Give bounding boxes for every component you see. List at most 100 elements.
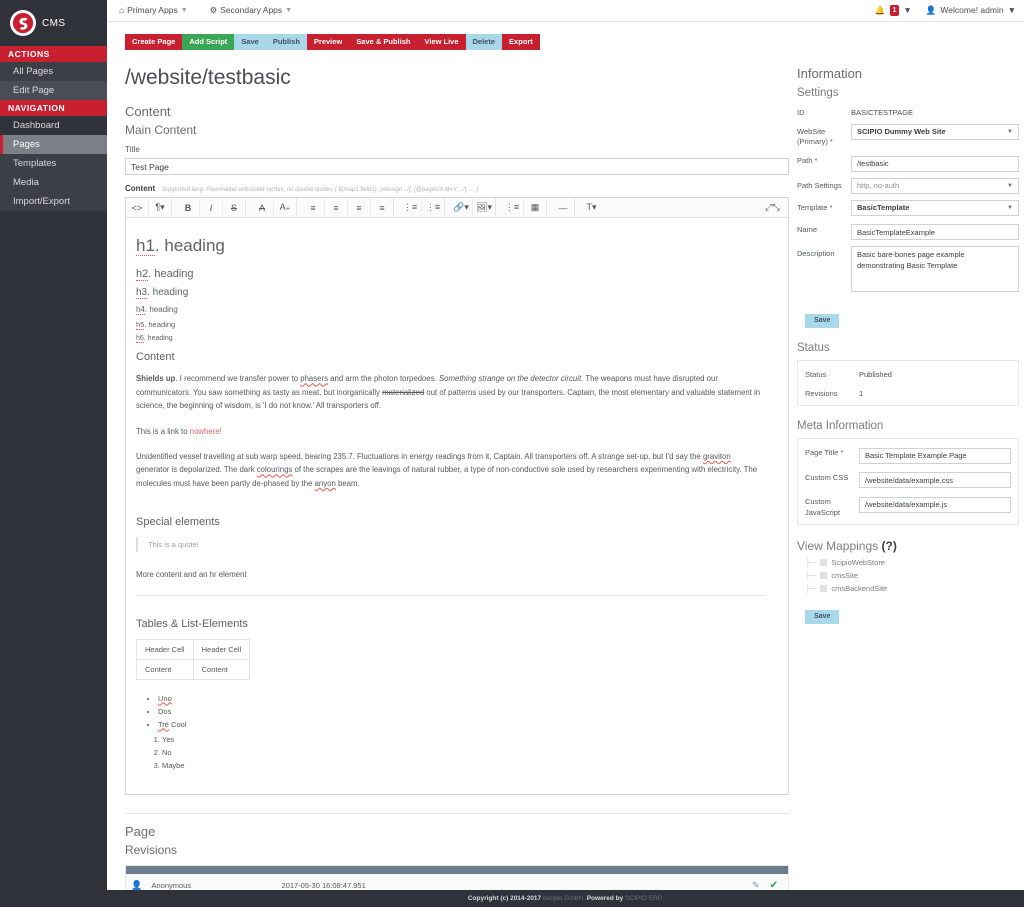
notifications-menu[interactable]: 🔔 1 ▼ (875, 4, 912, 16)
editor-h1: h1. heading (136, 236, 766, 257)
clear-formatting-icon[interactable]: A (251, 198, 274, 218)
status-value: Published (859, 370, 892, 380)
sidebar-item-pages[interactable]: Pages (0, 135, 107, 154)
publish-button[interactable]: Publish (265, 33, 307, 50)
add-script-button[interactable]: Add Script (182, 33, 235, 50)
editor-h1-prefix: h1 (136, 236, 155, 257)
app-root: CMS ACTIONS All Pages Edit Page NAVIGATI… (0, 0, 1024, 907)
status-panel: Status Published Revisions 1 (797, 360, 1019, 407)
align-center-icon[interactable]: ≡ (325, 198, 348, 218)
user-icon: 👤 (925, 4, 937, 15)
content-heading: Content (125, 103, 171, 119)
image-icon[interactable]: 🖼▾ (473, 198, 496, 218)
link-icon[interactable]: 🔗▾ (450, 198, 473, 218)
fullscreen-icon[interactable]: ⤢⤡ (761, 198, 784, 217)
editor-h4-rest: . heading (144, 305, 178, 315)
field-template: Template * BasicTemplate ▼ (797, 199, 1019, 216)
sidebar-item-all-pages[interactable]: All Pages (0, 62, 107, 81)
editor-paragraph-3: Unidentified vessel travelling at sub wa… (136, 450, 766, 490)
revisions-table-header (125, 865, 789, 875)
top-navbar: ⌂ Primary Apps ▼ ⚙ Secondary Apps ▼ 🔔 1 … (107, 0, 1024, 22)
editor-p1-bold: Shields up (136, 374, 176, 384)
name-input[interactable] (851, 224, 1019, 241)
information-panel: Information Settings ID BASICTESTPAGE We… (789, 50, 1019, 890)
folder-icon (820, 571, 828, 579)
subscript-icon[interactable]: A₊ (274, 198, 297, 218)
template-select[interactable]: BasicTemplate ▼ (851, 199, 1019, 216)
sidebar-section-navigation: NAVIGATION (0, 100, 107, 116)
align-justify-icon[interactable]: ≡ (371, 198, 394, 218)
list-icon[interactable]: ⋮≡ (501, 198, 524, 218)
horizontal-rule-icon[interactable]: — (552, 198, 575, 218)
chevron-down-icon: ▼ (285, 6, 293, 14)
ordered-list-icon[interactable]: ⋮≡ (422, 198, 445, 218)
view-mapping-item[interactable]: ├─ cmsBackendSite (797, 584, 1019, 593)
nav-secondary-apps[interactable]: ⚙ Secondary Apps ▼ (210, 5, 292, 16)
chevron-down-icon: ▼ (1007, 204, 1013, 211)
align-left-icon[interactable]: ≡ (302, 198, 325, 218)
sidebar-item-import-export[interactable]: Import/Export (0, 192, 107, 211)
template-label: Template * (797, 202, 833, 212)
editor-canvas[interactable]: h1. heading h2. heading h3. heading h4. … (126, 218, 788, 793)
settings-save-button[interactable]: Save (805, 314, 840, 329)
text-color-icon[interactable]: T▾ (580, 198, 603, 217)
list-item-rest: Cool (168, 719, 187, 729)
editor-p1-strike: materialized (382, 387, 425, 397)
preview-button[interactable]: Preview (306, 33, 350, 50)
sidebar-item-edit-page[interactable]: Edit Page (0, 81, 107, 100)
save-and-publish-button[interactable]: Save & Publish (349, 33, 418, 50)
description-textarea[interactable]: Basic bare-bones page example demonstrat… (851, 246, 1019, 293)
sidebar-item-dashboard[interactable]: Dashboard (0, 116, 107, 135)
check-icon[interactable]: ✔ (770, 880, 778, 890)
template-select-value: BasicTemplate (857, 202, 910, 212)
delete-button[interactable]: Delete (465, 33, 503, 50)
view-mappings-help-icon[interactable]: (?) (882, 539, 897, 553)
bold-icon[interactable]: B (177, 198, 200, 218)
list-item-misspelling: Uno (158, 693, 172, 703)
meta-save-button[interactable]: Save (805, 609, 840, 624)
view-mapping-item[interactable]: ├─ cmsSite (797, 571, 1019, 580)
view-mapping-item[interactable]: ├─ ScipioWebStore (797, 558, 1019, 567)
table-icon[interactable]: ▦ (524, 198, 547, 218)
page-title: /website/testbasic (125, 65, 291, 89)
sidebar-spacer (0, 211, 107, 907)
editor-h5: h5. heading (136, 320, 766, 331)
source-code-icon[interactable]: <> (126, 198, 149, 218)
page-title-input[interactable] (859, 447, 1011, 464)
content-label-row: Content Supported lang: Freemarker w/bra… (125, 184, 789, 193)
website-label: WebSite (Primary) * (797, 126, 833, 147)
italic-icon[interactable]: I (200, 198, 223, 218)
paragraph-format-icon[interactable]: ¶▾ (149, 198, 172, 218)
sidebar: CMS ACTIONS All Pages Edit Page NAVIGATI… (0, 0, 107, 907)
create-page-button[interactable]: Create Page (125, 33, 183, 50)
body-grid: /website/testbasic Content Main Content … (107, 50, 1024, 891)
path-input[interactable] (851, 155, 1019, 172)
title-input[interactable] (125, 158, 789, 176)
brand-label: CMS (42, 17, 66, 29)
view-mapping-label: cmsSite (831, 570, 859, 580)
website-select[interactable]: SCIPIO Dummy Web Site ▼ (851, 123, 1019, 140)
editor-nowhere-link[interactable]: nowhere! (190, 427, 222, 436)
save-button[interactable]: Save (234, 33, 266, 50)
edit-icon[interactable]: ✎ (752, 880, 760, 890)
sidebar-item-media[interactable]: Media (0, 173, 107, 192)
page-section-heading: Page (125, 823, 156, 839)
custom-javascript-input[interactable] (859, 496, 1011, 513)
editor-h3-prefix: h3 (136, 287, 148, 300)
brand[interactable]: CMS (0, 0, 107, 46)
editor-h6-prefix: h6 (136, 335, 144, 344)
nav-primary-apps[interactable]: ⌂ Primary Apps ▼ (119, 5, 188, 15)
list-item-rest: Dos (158, 706, 172, 716)
sidebar-item-templates[interactable]: Templates (0, 154, 107, 173)
unordered-list-icon[interactable]: ⋮≡ (399, 198, 422, 218)
view-live-button[interactable]: View Live (417, 33, 466, 50)
align-right-icon[interactable]: ≡ (348, 198, 371, 218)
custom-css-input[interactable] (859, 472, 1011, 489)
chevron-down-icon: ▼ (1007, 182, 1013, 189)
table-row[interactable]: 👤 Anonymous 2017-05-30 16:08:47.951 ✎ ✔ (125, 874, 789, 891)
strikethrough-icon[interactable]: S (223, 198, 246, 218)
path-settings-select[interactable]: http, no-auth ▼ (851, 177, 1019, 194)
export-button[interactable]: Export (502, 33, 540, 50)
user-menu[interactable]: 👤 Welcome! admin ▼ (926, 5, 1016, 16)
list-item: Maybe (162, 761, 766, 770)
